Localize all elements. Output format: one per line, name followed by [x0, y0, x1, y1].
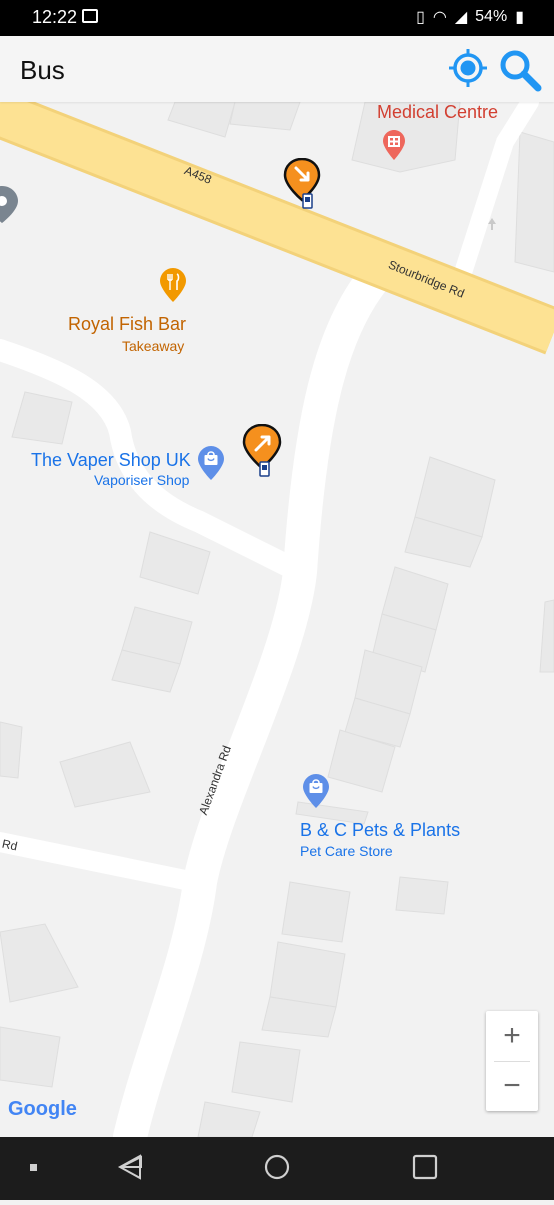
- nav-icons: [30, 1154, 438, 1180]
- poi-pets-plants-category: Pet Care Store: [300, 843, 393, 859]
- google-logo: Google: [8, 1098, 77, 1120]
- shopping-bag-icon[interactable]: [198, 446, 224, 482]
- home-icon[interactable]: [264, 1154, 290, 1180]
- battery-percent: 54%: [475, 8, 508, 25]
- map-view[interactable]: A458 Stourbridge Rd Alexandra Rd Rd Medi…: [0, 102, 554, 1137]
- poi-royal-fish-bar-name[interactable]: Royal Fish Bar: [68, 314, 186, 335]
- bus-stop-marker-1[interactable]: [283, 158, 325, 212]
- search-button[interactable]: [498, 48, 542, 92]
- poi-pets-plants-name[interactable]: B & C Pets & Plants: [300, 820, 460, 841]
- battery-icon: ▮: [515, 9, 524, 26]
- my-location-button[interactable]: [448, 48, 488, 88]
- poi-vaper-shop-category: Vaporiser Shop: [94, 472, 190, 488]
- location-target-icon: [449, 49, 487, 87]
- overview-icon[interactable]: [412, 1154, 438, 1180]
- bus-stop-marker-2[interactable]: [242, 424, 284, 480]
- gallery-notification-icon: [82, 9, 98, 23]
- zoom-in-button[interactable]: +: [486, 1011, 538, 1061]
- vibrate-icon: ▯: [416, 9, 425, 26]
- page-title: Bus: [20, 55, 65, 85]
- road-label-rd: Rd: [0, 836, 19, 854]
- status-bar: 12:22 ▯ ◠ ◢ 54% ▮: [0, 0, 554, 36]
- shopping-bag-icon-pets[interactable]: [303, 774, 329, 810]
- app-bar: Bus: [0, 36, 554, 102]
- zoom-out-button[interactable]: −: [486, 1061, 538, 1111]
- poi-royal-fish-bar-category: Takeaway: [122, 338, 185, 354]
- navigation-bar: [0, 1137, 554, 1200]
- status-icons: ▯ ◠ ◢ 54% ▮: [416, 7, 524, 27]
- wifi-icon: ◠: [432, 9, 447, 26]
- map-base: [0, 102, 554, 1137]
- restaurant-icon[interactable]: [160, 268, 186, 304]
- poi-vaper-shop-name[interactable]: The Vaper Shop UK: [31, 450, 191, 471]
- clock: 12:22: [32, 7, 78, 27]
- poi-medical-centre-name[interactable]: Medical Centre: [377, 102, 498, 123]
- search-icon: [500, 50, 542, 92]
- recent-dot-icon[interactable]: [30, 1164, 37, 1171]
- medical-icon[interactable]: [383, 130, 405, 162]
- zoom-controls: + −: [486, 1011, 538, 1111]
- signal-icon: ◢: [454, 9, 468, 26]
